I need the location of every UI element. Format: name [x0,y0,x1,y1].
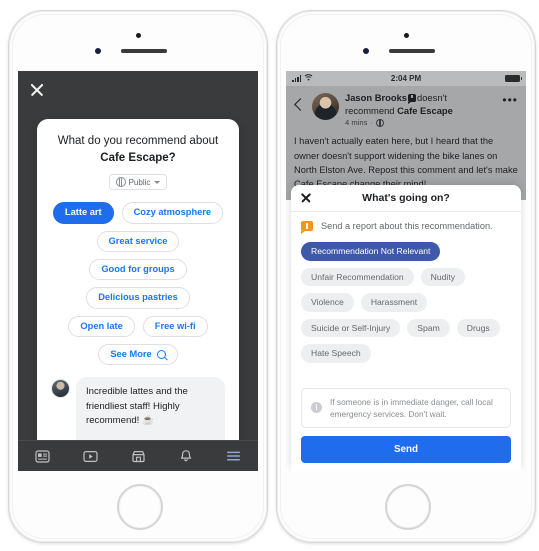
close-icon[interactable] [28,81,46,99]
close-icon[interactable] [300,192,312,204]
reason-chip-nudity[interactable]: Nudity [420,267,466,287]
tag-chip-latte-art[interactable]: Latte art [52,202,114,224]
front-camera [135,33,141,38]
watch-video-icon[interactable] [83,450,98,463]
status-bar-left [292,74,391,83]
post-author-name[interactable]: Jason Brooks [345,92,407,103]
left-phone-device: What do you recommend about Cafe Escape?… [8,10,268,543]
proximity-sensor [363,48,369,54]
post-subline: 4 mins · [345,118,496,127]
report-reason-list: Recommendation Not Relevant Unfair Recom… [301,242,511,363]
recommendation-card: What do you recommend about Cafe Escape?… [37,119,239,471]
recommendation-overlay: What do you recommend about Cafe Escape?… [18,71,258,471]
globe-icon [375,118,385,128]
info-icon [311,402,322,414]
status-bar: 2:04 PM [286,71,526,86]
avatar [51,379,70,399]
signal-bars-icon [292,75,302,82]
front-camera [403,33,409,38]
report-sheet-footer: If someone is in immediate danger, call … [291,387,521,471]
screenshot-stage: What do you recommend about Cafe Escape?… [0,0,539,551]
home-button[interactable] [385,484,431,530]
earpiece-speaker [389,49,435,53]
search-icon [156,349,166,359]
tag-chip-cozy-atmosphere[interactable]: Cozy atmosphere [121,202,224,224]
privacy-row: Public [37,174,239,191]
report-sheet-title: What's going on? [362,192,450,204]
see-more-label: See More [110,348,152,359]
post-header: Jason Brooks doesn't recommend Cafe Escap… [294,92,518,127]
warning-bubble-icon [301,221,313,234]
notifications-bell-icon[interactable] [179,449,193,463]
tag-chip-see-more[interactable]: See More [98,343,178,366]
prompt-line-1: What do you recommend about [57,135,219,147]
avatar[interactable] [312,93,339,120]
reason-chip-hate-speech[interactable]: Hate Speech [301,344,371,363]
news-feed-icon[interactable] [34,449,50,463]
tag-chip-delicious-pastries[interactable]: Delicious pastries [86,287,190,309]
recommendation-prompt: What do you recommend about Cafe Escape? [37,119,239,166]
reason-chip-spam[interactable]: Spam [407,318,450,338]
reason-chip-drugs[interactable]: Drugs [456,318,500,338]
reason-chip-suicide-or-self-injury[interactable]: Suicide or Self-Injury [301,318,401,338]
wifi-icon [304,74,313,83]
reason-chip-violence[interactable]: Violence [301,293,354,312]
chevron-down-icon [154,180,161,184]
reason-chip-unfair-recommendation[interactable]: Unfair Recommendation [301,267,414,287]
earpiece-speaker [121,49,167,53]
right-phone-device: 2:04 PM Jason Brooks doesn't recommend Ca… [276,10,536,543]
menu-hamburger-icon[interactable] [226,450,241,462]
report-notice-text: Send a report about this recommendation. [321,221,493,231]
report-sheet-body: Send a report about this recommendation.… [291,212,521,388]
comment-text: Incredible lattes and the friendliest st… [86,386,188,426]
tag-chip-great-service[interactable]: Great service [96,230,180,252]
report-sheet: What's going on? Send a report about thi… [291,185,521,471]
home-button[interactable] [117,484,163,530]
prompt-place-name: Cafe Escape? [100,151,176,164]
emergency-info-text: If someone is in immediate danger, call … [330,396,493,419]
marketplace-icon[interactable] [131,450,146,463]
post-author-line: Jason Brooks doesn't recommend Cafe Escap… [345,92,496,117]
tag-chip-free-wifi[interactable]: Free wi-fi [142,315,208,337]
privacy-selector[interactable]: Public [108,174,168,191]
globe-icon [115,177,126,188]
post-body-text: I haven't actually eaten here, but I hea… [294,136,518,189]
status-bar-right [421,75,523,82]
more-options-icon[interactable]: ••• [502,92,518,106]
right-phone-screen: 2:04 PM Jason Brooks doesn't recommend Ca… [286,71,526,471]
send-button[interactable]: Send [301,436,511,463]
proximity-sensor [95,48,101,54]
battery-icon [505,75,523,82]
privacy-label: Public [128,177,151,187]
recommendation-tag-list: Latte art Cozy atmosphere Great service … [37,190,239,369]
tag-chip-good-for-groups[interactable]: Good for groups [89,258,187,281]
left-phone-screen: What do you recommend about Cafe Escape?… [18,71,258,471]
reason-chip-recommendation-not-relevant[interactable]: Recommendation Not Relevant [301,242,441,261]
bottom-tab-bar [18,440,258,471]
report-notice: Send a report about this recommendation. [301,221,511,234]
back-arrow-icon[interactable] [294,98,307,111]
separator-dot: · [370,118,373,128]
emergency-info-box: If someone is in immediate danger, call … [301,387,511,428]
recommendation-badge-icon [408,94,416,104]
post-place-name[interactable]: Cafe Escape [397,105,453,116]
recommendation-post: Jason Brooks doesn't recommend Cafe Escap… [286,86,526,200]
report-sheet-header: What's going on? [291,185,521,212]
status-bar-time: 2:04 PM [390,74,422,83]
post-meta: Jason Brooks doesn't recommend Cafe Escap… [345,92,496,127]
tag-chip-open-late[interactable]: Open late [68,315,135,337]
reason-chip-harassment[interactable]: Harassment [360,293,428,312]
post-timestamp: 4 mins [345,118,368,128]
